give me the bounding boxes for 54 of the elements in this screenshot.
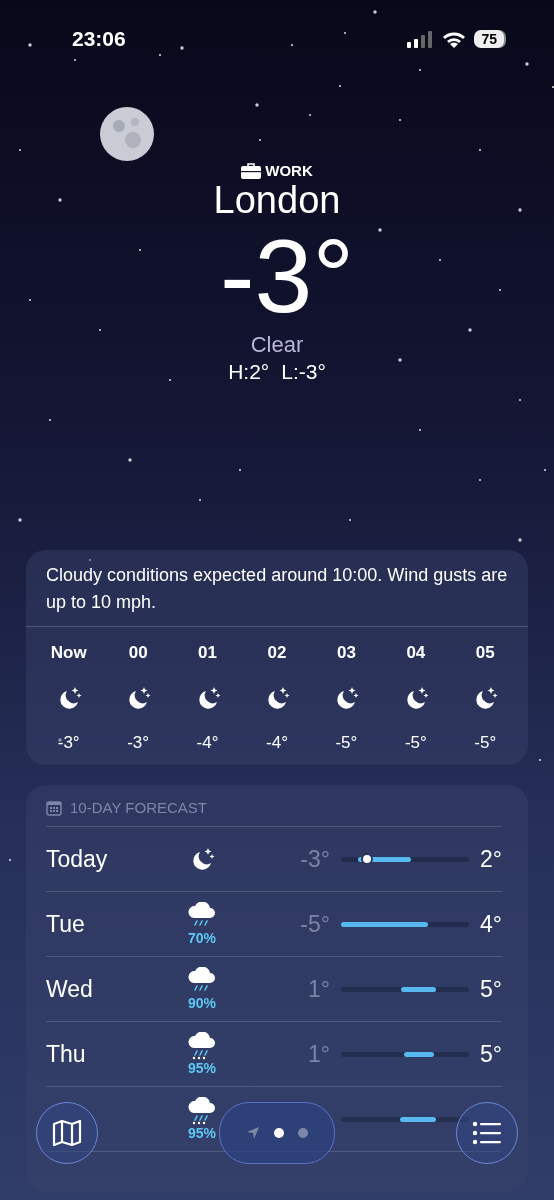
signal-icon [407,30,435,48]
hour-temperature: -5° [474,733,497,753]
low-temperature: 1° [308,975,330,1003]
forecast-summary: Cloudy conditions expected around 10:00. Wind gusts are up to 10 mph. [26,550,528,627]
precipitation-chance: 95% [188,1060,216,1076]
high-temperature: H:2° [228,360,270,384]
day-label: Wed [46,975,94,1003]
day-label: Today [46,845,109,873]
temperature-range-bar [403,1051,435,1057]
precipitation-chance: 95% [188,1125,216,1141]
status-time: 23:06 [72,27,126,51]
precipitation-chance: 90% [188,995,216,1011]
briefcase-icon [241,162,262,179]
high-temperature: 5° [480,1040,502,1068]
low-temperature: -3° [300,845,330,873]
battery-level: 75 [474,30,504,48]
low-temperature: L:-3° [281,360,326,384]
hour-label: 04 [406,643,426,663]
location-label: WORK [265,162,313,179]
high-temperature: 2° [480,845,502,873]
day-label: Thu [46,1040,87,1068]
sleet-cloud-icon [186,1032,218,1060]
hour-label: 00 [128,643,148,663]
hour-label: Now [50,643,87,663]
hour-label: 03 [336,643,356,663]
hour-label: 02 [267,643,287,663]
precipitation-chance: 70% [188,930,216,946]
hour-temperature: -4° [196,733,219,753]
day-label: Tue [46,910,86,938]
hour-temperature: -5° [335,733,358,753]
hour-temperature: -5° [404,733,427,753]
calendar-icon [46,799,62,816]
hour-label: 01 [198,643,217,663]
hour-temperature: -3° [127,733,150,753]
city-name: London [213,179,341,222]
list-icon [472,1121,502,1145]
sleet-cloud-icon [186,1097,218,1125]
current-temperature: -3° [219,224,355,328]
page-indicator[interactable] [219,1102,335,1164]
hour-temperature: -4° [266,733,288,753]
section-title: 10-DAY FORECAST [70,799,207,816]
moon-drawing [99,106,155,162]
current-temperature-dot [362,855,371,863]
map-icon [52,1119,82,1147]
wifi-icon [442,30,467,48]
low-temperature: 1° [308,1040,330,1068]
high-temperature: 5° [480,975,502,1003]
hour-label: 05 [475,643,495,663]
hour-temperature: -3° [57,733,80,753]
temperature-range-bar [399,1116,436,1122]
low-temperature: -5° [300,910,330,938]
temperature-range-bar [401,986,436,992]
condition-text: Clear [250,332,304,358]
high-temperature: 4° [480,910,502,938]
